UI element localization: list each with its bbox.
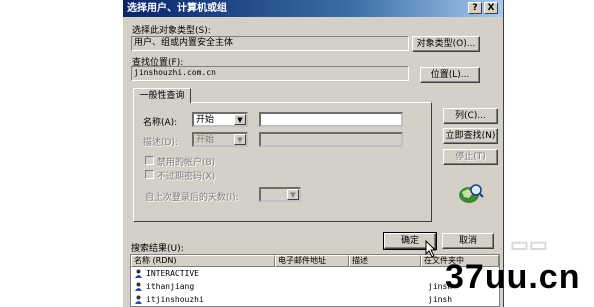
name-mode-select[interactable]: 开始 ▼ bbox=[192, 112, 248, 127]
title-bar: 选择用户、计算机或组 ? X bbox=[123, 0, 503, 17]
name-input[interactable] bbox=[259, 112, 403, 127]
column-header-description[interactable]: 描述 bbox=[349, 255, 421, 267]
table-row[interactable]: itjinshouzhi jinsh bbox=[131, 293, 499, 306]
table-row[interactable]: ithanjiang jinsh bbox=[131, 280, 499, 293]
user-icon bbox=[135, 295, 142, 304]
help-button[interactable]: ? bbox=[468, 2, 482, 14]
find-now-button[interactable]: 立即查找(N) bbox=[443, 128, 498, 144]
description-label: 描述(D): bbox=[143, 138, 178, 148]
days-since-login-label: 自上次登录后的天数(I): bbox=[145, 193, 239, 203]
tab-common-queries[interactable]: 一般性查询 bbox=[133, 88, 191, 103]
table-row[interactable]: INTERACTIVE bbox=[131, 267, 499, 280]
row-name: itjinshouzhi bbox=[146, 295, 204, 304]
description-mode-select: 开始 ▼ bbox=[192, 132, 248, 147]
name-label: 名称(A): bbox=[143, 118, 178, 128]
non-expiring-label: 不过期密码(X) bbox=[157, 172, 216, 182]
search-globe-icon bbox=[459, 184, 484, 203]
user-icon bbox=[135, 282, 142, 291]
description-mode-value: 开始 bbox=[196, 135, 215, 145]
results-label: 搜索结果(U): bbox=[131, 244, 184, 254]
faint-watermark-logo: ▭▭ bbox=[510, 234, 548, 256]
object-type-field: 用户、组或内置安全主体 bbox=[131, 36, 409, 51]
object-types-button[interactable]: 对象类型(O)... bbox=[412, 36, 480, 52]
description-input bbox=[259, 132, 403, 147]
row-name: INTERACTIVE bbox=[146, 269, 199, 278]
columns-button[interactable]: 列(C)... bbox=[443, 108, 498, 124]
non-expiring-checkbox[interactable] bbox=[145, 170, 154, 179]
user-icon bbox=[135, 269, 142, 278]
disabled-accounts-checkbox[interactable] bbox=[145, 156, 154, 165]
row-name: ithanjiang bbox=[146, 282, 195, 291]
column-header-email[interactable]: 电子邮件地址 bbox=[275, 255, 349, 267]
close-button[interactable]: X bbox=[484, 2, 498, 14]
object-type-label: 选择此对象类型(S): bbox=[132, 26, 211, 36]
chevron-down-icon: ▼ bbox=[234, 134, 246, 145]
column-header-name[interactable]: 名称 (RDN) bbox=[131, 255, 275, 267]
chevron-down-icon: ▼ bbox=[234, 114, 246, 125]
dialog-title: 选择用户、计算机或组 bbox=[127, 3, 227, 14]
locations-button[interactable]: 位置(L)... bbox=[420, 67, 480, 83]
days-since-login-select: ▼ bbox=[259, 187, 301, 202]
name-mode-value: 开始 bbox=[196, 115, 215, 125]
chevron-down-icon: ▼ bbox=[287, 189, 299, 200]
site-watermark: 37uu.cn bbox=[445, 258, 581, 296]
location-field: jinshouzhi.com.cn bbox=[131, 66, 409, 81]
disabled-accounts-label: 禁用的帐户(B) bbox=[157, 158, 216, 168]
mouse-cursor-icon bbox=[425, 240, 437, 258]
cancel-button[interactable]: 取消 bbox=[442, 233, 494, 249]
stop-button: 停止(T) bbox=[443, 149, 498, 165]
